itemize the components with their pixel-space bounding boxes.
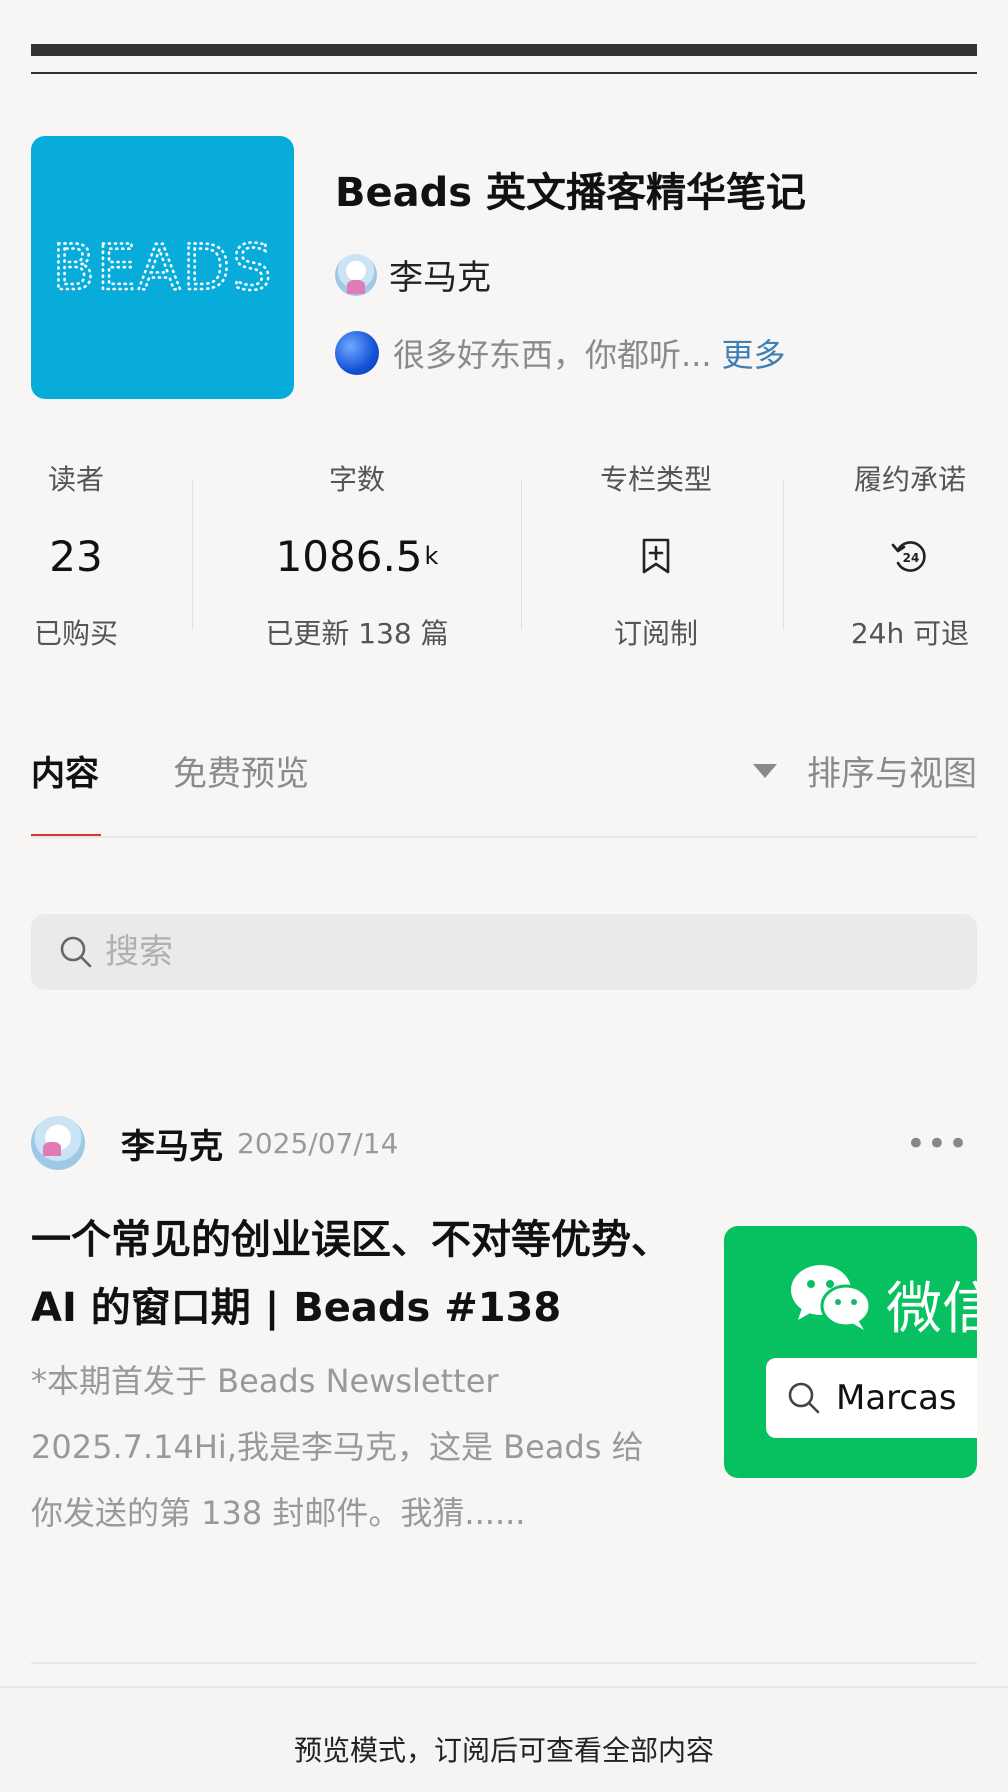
post-header: 李马克 2025/07/14 ••• (31, 1116, 977, 1170)
author-name[interactable]: 李马克 (389, 250, 491, 299)
tab-free-preview[interactable]: 免费预览 (173, 746, 309, 795)
preview-mode-banner: 预览模式，订阅后可查看全部内容 (0, 1686, 1008, 1792)
beads-logo: BEADS (51, 233, 273, 303)
top-rule-thick (31, 44, 977, 56)
post-date: 2025/07/14 (237, 1126, 399, 1160)
sort-and-view-button[interactable]: 排序与视图 (753, 746, 977, 795)
column-description: 很多好东西，你都听... (393, 336, 712, 374)
search-input[interactable] (105, 932, 905, 972)
refund-24h-icon: 24 (891, 541, 926, 572)
post-title[interactable]: 一个常见的创业误区、不对等优势、AI 的窗口期 | Beads #138 (31, 1206, 671, 1342)
stat-word-count: 字数 1086.5 k 已更新 138 篇 (257, 458, 457, 652)
tab-content[interactable]: 内容 (31, 746, 99, 795)
stat-value: 1086.5 k (275, 531, 439, 581)
more-link[interactable]: 更多 (722, 330, 786, 376)
description-row: 很多好东西，你都听... 更多 (335, 330, 786, 376)
svg-text:24: 24 (903, 551, 920, 565)
stat-divider (192, 480, 193, 630)
search-icon (60, 936, 92, 968)
content-tabs: 内容 免费预览 排序与视图 (31, 742, 977, 838)
stat-label: 专栏类型 (599, 463, 712, 496)
stat-sub: 已更新 138 篇 (265, 617, 449, 650)
preview-mode-text: 预览模式，订阅后可查看全部内容 (293, 1734, 714, 1767)
stat-label: 读者 (47, 463, 104, 496)
author-avatar[interactable] (335, 253, 377, 296)
wechat-icon (791, 1265, 872, 1330)
caret-down-icon (753, 763, 777, 778)
stat-sub: 订阅制 (613, 617, 698, 650)
thumbnail-title: 微信 (886, 1277, 977, 1342)
stats-row: 读者 23 已购买 字数 1086.5 k 已更新 138 篇 专栏类型 订阅制 … (31, 458, 977, 658)
more-options-icon[interactable]: ••• (906, 1124, 969, 1164)
svg-text:BEADS: BEADS (52, 233, 273, 303)
stat-label: 字数 (328, 463, 385, 496)
post-excerpt[interactable]: *本期首发于 Beads Newsletter 2025.7.14Hi,我是李马… (31, 1348, 671, 1546)
stat-value (586, 530, 726, 582)
column-title: Beads 英文播客精华笔记 (335, 170, 806, 216)
post-author-avatar[interactable] (31, 1116, 85, 1170)
stat-readers: 读者 23 已购买 (31, 458, 121, 652)
stat-sub: 已购买 (33, 617, 118, 650)
bookmark-plus-icon (642, 538, 670, 574)
post-divider (31, 1662, 977, 1664)
stat-label: 履约承诺 (853, 463, 966, 496)
stat-value: 24 (843, 530, 977, 582)
stat-value: 23 (49, 531, 103, 581)
stat-column-type[interactable]: 专栏类型 订阅制 (586, 458, 726, 652)
stat-divider (521, 480, 522, 630)
stat-commitment[interactable]: 履约承诺 24 24h 可退 (843, 458, 977, 652)
stat-sub: 24h 可退 (850, 617, 970, 650)
tabs-divider (31, 836, 977, 838)
top-rule-thin (31, 72, 977, 74)
search-bar[interactable] (31, 914, 977, 990)
stat-divider (783, 480, 784, 630)
thumbnail-search-text: Marcas (836, 1378, 957, 1418)
post-thumbnail[interactable]: 微信 Marcas (724, 1226, 977, 1478)
sort-label: 排序与视图 (807, 754, 977, 794)
post-author[interactable]: 李马克 (121, 1119, 223, 1168)
author-row[interactable]: 李马克 (335, 250, 491, 299)
search-icon (788, 1382, 820, 1414)
column-cover: BEADS (31, 136, 294, 399)
thumbnail-search-box: Marcas (766, 1358, 977, 1438)
blue-circle-emoji (335, 331, 379, 375)
